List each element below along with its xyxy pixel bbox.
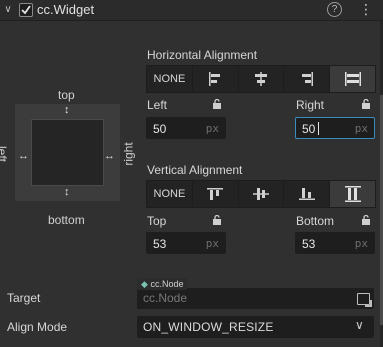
align-stretch-h-icon (344, 72, 361, 86)
right-arrow-icon: ↔ (104, 150, 115, 162)
right-offset-unit: px (354, 122, 368, 135)
lock-open-icon[interactable] (361, 99, 371, 109)
bottom-offset-value: 53 (302, 237, 316, 251)
align-stretch-v-icon (344, 186, 361, 202)
node-type-tag: ◆ cc.Node (137, 278, 188, 290)
horizontal-alignment-segmented: NONE (146, 65, 376, 93)
top-offset-value: 53 (153, 237, 167, 251)
chevron-down-icon[interactable]: ∨ (2, 4, 14, 16)
v-align-stretch-button[interactable] (330, 181, 375, 207)
align-left-icon (209, 72, 221, 86)
chevron-down-icon[interactable]: ∨ (355, 318, 364, 332)
align-top-icon (207, 188, 224, 200)
bottom-label: Bottom (296, 214, 335, 228)
align-middle-v-icon (252, 188, 269, 200)
diagram-left-label: left (0, 145, 10, 163)
lock-open-icon[interactable] (212, 99, 222, 109)
left-offset-input[interactable]: 50 px (146, 117, 226, 139)
v-none-label: NONE (153, 188, 186, 200)
vertical-alignment-segmented: NONE (146, 180, 376, 208)
align-right-icon (301, 72, 313, 86)
h-align-stretch-button[interactable] (330, 66, 375, 92)
more-vertical-icon[interactable]: ⋮ (359, 1, 373, 17)
h-align-center-button[interactable] (239, 66, 285, 92)
node-diamond-icon: ◆ (141, 279, 148, 289)
v-align-middle-button[interactable] (239, 181, 285, 207)
lock-open-icon[interactable] (361, 215, 371, 225)
right-offset-value: 50 (302, 122, 316, 136)
horizontal-alignment-title: Horizontal Alignment (147, 48, 258, 62)
text-caret (318, 122, 319, 135)
left-label: Left (147, 98, 168, 112)
bottom-arrow-icon: ↕ (64, 186, 70, 198)
target-label: Target (7, 291, 41, 305)
v-align-bottom-button[interactable] (284, 181, 331, 207)
alignment-inner-box (31, 119, 104, 186)
lock-open-icon[interactable] (212, 215, 222, 225)
bottom-offset-input[interactable]: 53 px (295, 232, 375, 254)
align-mode-value: ON_WINDOW_RESIZE (143, 320, 274, 334)
v-align-top-button[interactable] (193, 181, 239, 207)
component-title: cc.Widget (37, 2, 95, 17)
help-icon[interactable]: ? (327, 2, 342, 17)
target-placeholder: cc.Node (143, 291, 188, 305)
top-label: Top (147, 214, 167, 228)
left-offset-value: 50 (153, 122, 167, 136)
right-label: Right (296, 98, 325, 112)
diagram-top-label: top (58, 88, 75, 102)
v-align-none-button[interactable]: NONE (147, 181, 193, 207)
vertical-alignment-title: Vertical Alignment (147, 163, 243, 177)
pick-node-icon[interactable] (357, 293, 370, 305)
align-bottom-icon (298, 188, 315, 200)
enable-checkbox[interactable] (19, 3, 33, 17)
node-type-text: cc.Node (150, 279, 184, 289)
align-center-h-icon (254, 72, 267, 86)
h-none-label: NONE (153, 73, 186, 85)
h-align-none-button[interactable]: NONE (147, 66, 193, 92)
right-offset-input[interactable]: 50 px (295, 117, 375, 139)
h-align-left-button[interactable] (193, 66, 239, 92)
diagram-bottom-label: bottom (48, 213, 85, 227)
align-mode-label: Align Mode (7, 320, 68, 334)
top-arrow-icon: ↕ (64, 104, 70, 116)
top-offset-input[interactable]: 53 px (146, 232, 226, 254)
left-arrow-icon: ↔ (18, 150, 29, 162)
h-align-right-button[interactable] (284, 66, 331, 92)
diagram-right-label: right (121, 142, 136, 166)
bottom-offset-unit: px (354, 237, 368, 250)
left-offset-unit: px (205, 122, 219, 135)
top-offset-unit: px (205, 237, 219, 250)
